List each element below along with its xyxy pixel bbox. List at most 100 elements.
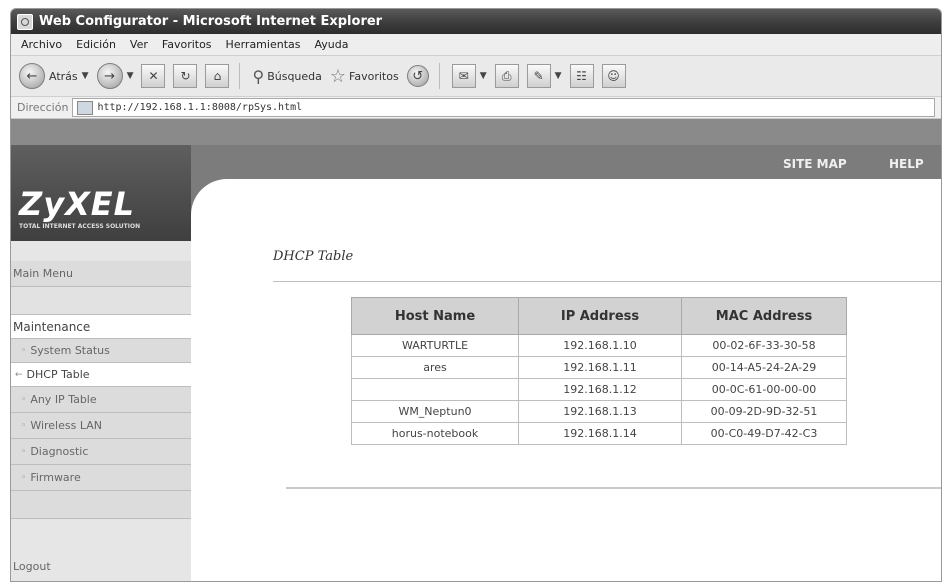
- sidebar-item-label: Firmware: [30, 471, 81, 484]
- menu-ver[interactable]: Ver: [130, 38, 148, 51]
- sidebar: Main Menu Maintenance ◦ System Status ← …: [11, 241, 191, 581]
- host-name-cell: WM_Neptun0: [351, 400, 519, 423]
- sidebar-spacer: [11, 287, 191, 315]
- messenger-icon: ☺: [601, 64, 626, 88]
- sidebar-item-any-ip-table[interactable]: ◦ Any IP Table: [11, 387, 191, 413]
- back-button[interactable]: ← Atrás ▼: [19, 63, 89, 89]
- host-name-cell: [351, 378, 519, 401]
- sidebar-item-dhcp-table[interactable]: ← DHCP Table: [11, 363, 191, 387]
- sidebar-item-wireless-lan[interactable]: ◦ Wireless LAN: [11, 413, 191, 439]
- divider: [286, 487, 941, 489]
- column-header-ip-address: IP Address: [518, 297, 682, 335]
- sidebar-item-label: Diagnostic: [30, 445, 89, 458]
- stop-button[interactable]: ✕: [141, 64, 166, 88]
- toolbar-separator: [239, 63, 241, 89]
- menu-archivo[interactable]: Archivo: [21, 38, 62, 51]
- address-url[interactable]: http://192.168.1.1:8008/rpSys.html: [97, 102, 302, 113]
- mail-dropdown-icon[interactable]: ▼: [480, 71, 487, 81]
- forward-dropdown-icon[interactable]: ▼: [127, 71, 134, 81]
- host-name-cell: horus-notebook: [351, 422, 519, 445]
- mac-address-cell: 00-02-6F-33-30-58: [681, 334, 847, 357]
- browser-window: Web Configurator - Microsoft Internet Ex…: [10, 8, 942, 582]
- page-icon: [77, 100, 94, 115]
- home-button[interactable]: ⌂: [205, 64, 230, 88]
- home-icon: ⌂: [205, 64, 230, 88]
- bullet-icon: ◦: [21, 394, 27, 405]
- top-nav: SITE MAP HELP: [191, 145, 941, 179]
- search-label: Búsqueda: [267, 69, 322, 83]
- refresh-icon: ↻: [173, 64, 198, 88]
- menu-edicion[interactable]: Edición: [76, 38, 116, 51]
- help-link[interactable]: HELP: [889, 157, 924, 171]
- print-button[interactable]: ⎙: [494, 64, 519, 88]
- sidebar-item-label: Wireless LAN: [30, 419, 102, 432]
- bullet-icon: ◦: [21, 472, 27, 483]
- sidebar-logout[interactable]: Logout: [11, 519, 191, 581]
- print-icon: ⎙: [494, 64, 519, 88]
- sidebar-spacer: [11, 491, 191, 519]
- sidebar-spacer: [11, 241, 191, 261]
- menu-favoritos[interactable]: Favoritos: [162, 38, 212, 51]
- table-row: WM_Neptun0 192.168.1.13 00-09-2D-9D-32-5…: [351, 400, 847, 423]
- edit-icon: ✎: [526, 64, 551, 88]
- host-name-cell: ares: [351, 356, 519, 379]
- window-title: Web Configurator - Microsoft Internet Ex…: [39, 14, 383, 29]
- zyxel-tagline: TOTAL INTERNET ACCESS SOLUTION: [19, 223, 141, 230]
- edit-button[interactable]: ✎ ▼: [526, 64, 562, 88]
- sidebar-item-firmware[interactable]: ◦ Firmware: [11, 465, 191, 491]
- sidebar-section-maintenance[interactable]: Maintenance: [11, 315, 191, 339]
- history-icon: ↺: [406, 65, 429, 87]
- messenger-button[interactable]: ☺: [601, 64, 626, 88]
- divider: [273, 281, 941, 282]
- logout-label: Logout: [13, 560, 51, 573]
- maintenance-label: Maintenance: [13, 319, 91, 334]
- history-button[interactable]: ↺: [406, 65, 429, 87]
- zyxel-logo: ZyXEL: [19, 185, 135, 223]
- stop-icon: ✕: [141, 64, 166, 88]
- address-bar: Dirección http://192.168.1.1:8008/rpSys.…: [11, 97, 941, 119]
- site-map-link[interactable]: SITE MAP: [783, 157, 847, 171]
- sidebar-item-label: DHCP Table: [26, 368, 90, 381]
- back-dropdown-icon[interactable]: ▼: [82, 71, 89, 81]
- sidebar-item-label: Any IP Table: [30, 393, 97, 406]
- mail-button[interactable]: ✉ ▼: [451, 64, 487, 88]
- edit-dropdown-icon[interactable]: ▼: [555, 71, 562, 81]
- search-icon: ⚲: [252, 66, 265, 86]
- page-title: DHCP Table: [273, 249, 354, 264]
- address-input[interactable]: http://192.168.1.1:8008/rpSys.html: [72, 98, 935, 117]
- favorites-button[interactable]: ☆ Favoritos: [330, 66, 399, 87]
- mac-address-cell: 00-09-2D-9D-32-51: [681, 400, 847, 423]
- host-name-cell: WARTURTLE: [351, 334, 519, 357]
- mail-icon: ✉: [451, 64, 476, 88]
- column-header-mac-address: MAC Address: [681, 297, 847, 335]
- ie-app-icon: [17, 13, 33, 30]
- sidebar-item-diagnostic[interactable]: ◦ Diagnostic: [11, 439, 191, 465]
- ip-address-cell: 192.168.1.13: [518, 400, 682, 423]
- header-band: [11, 119, 941, 145]
- table-row: 192.168.1.12 00-0C-61-00-00-00: [351, 378, 847, 401]
- toolbar-separator: [438, 63, 440, 89]
- refresh-button[interactable]: ↻: [173, 64, 198, 88]
- forward-button[interactable]: → ▼: [96, 63, 134, 89]
- table-row: horus-notebook 192.168.1.14 00-C0-49-D7-…: [351, 422, 847, 445]
- back-arrow-icon: ←: [19, 63, 45, 89]
- menu-bar: Archivo Edición Ver Favoritos Herramient…: [11, 34, 941, 56]
- menu-ayuda[interactable]: Ayuda: [314, 38, 348, 51]
- back-label: Atrás: [49, 69, 78, 83]
- sidebar-item-system-status[interactable]: ◦ System Status: [11, 339, 191, 363]
- logo-area: ZyXEL TOTAL INTERNET ACCESS SOLUTION: [11, 145, 191, 241]
- mac-address-cell: 00-C0-49-D7-42-C3: [681, 422, 847, 445]
- content-corner: [191, 179, 227, 215]
- table-header-row: Host Name IP Address MAC Address: [351, 297, 847, 335]
- research-icon: ☷: [569, 64, 594, 88]
- ip-address-cell: 192.168.1.11: [518, 356, 682, 379]
- search-button[interactable]: ⚲ Búsqueda: [252, 67, 321, 86]
- menu-herramientas[interactable]: Herramientas: [226, 38, 301, 51]
- research-button[interactable]: ☷: [569, 64, 594, 88]
- forward-arrow-icon: →: [96, 63, 123, 89]
- column-header-host-name: Host Name: [351, 297, 519, 335]
- table-row: ares 192.168.1.11 00-14-A5-24-2A-29: [351, 356, 847, 379]
- sidebar-main-menu[interactable]: Main Menu: [11, 261, 191, 287]
- favorites-star-icon: ☆: [329, 65, 347, 87]
- bullet-icon: ◦: [21, 420, 27, 431]
